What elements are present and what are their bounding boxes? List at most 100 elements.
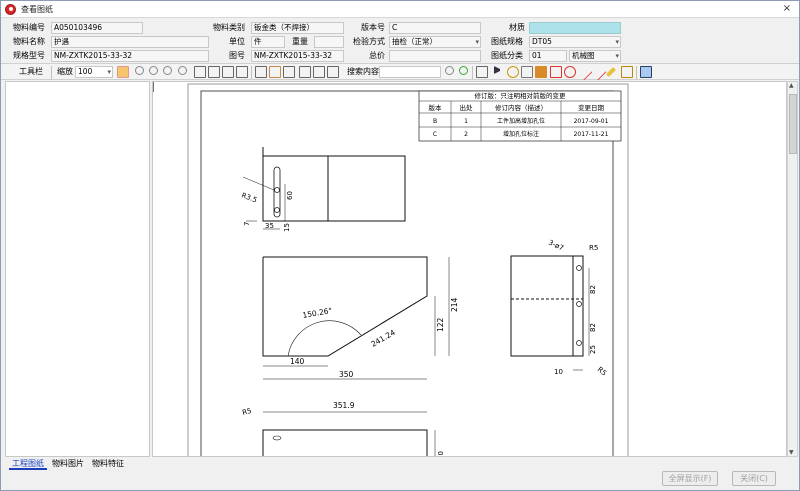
search-input[interactable]: [379, 66, 441, 78]
dim-label: 140: [290, 357, 305, 366]
drawing-no-field[interactable]: NM-ZXTK2015-33-32: [251, 50, 344, 62]
note-icon[interactable]: [521, 66, 533, 78]
drawing-class-code-field[interactable]: 01: [529, 50, 567, 62]
scroll-up-icon[interactable]: ▲: [789, 82, 794, 89]
zoom-select[interactable]: 100: [75, 66, 113, 78]
dim-label: 82: [589, 285, 597, 294]
fit-page-icon[interactable]: [194, 66, 206, 78]
dim-label: 122: [436, 317, 445, 332]
copy-icon[interactable]: [299, 66, 311, 78]
zoom-window-icon[interactable]: [163, 66, 172, 75]
pan-hand-icon[interactable]: [117, 66, 129, 78]
material-name-label: 物料名称: [13, 37, 45, 46]
drawing-spec-label: 图纸规格: [491, 37, 523, 46]
two-page-icon[interactable]: [269, 66, 281, 78]
dim-label: 351.9: [333, 401, 355, 410]
revision-cell: 增加孔位标注: [503, 130, 539, 138]
revision-cell: 2017-09-01: [574, 118, 609, 125]
fullscreen-button[interactable]: 全屏显示(F): [662, 471, 718, 486]
print-icon[interactable]: [476, 66, 488, 78]
revision-header-version: 版本: [429, 103, 443, 112]
paste-icon[interactable]: [313, 66, 325, 78]
toolbar-divider: [251, 66, 252, 79]
category-label: 物料类别: [213, 23, 245, 32]
total-price-field[interactable]: [389, 50, 481, 62]
zoom-out-icon[interactable]: [149, 66, 158, 75]
scroll-down-icon[interactable]: ▼: [789, 449, 794, 456]
comment-icon[interactable]: [507, 66, 519, 78]
app-logo-icon: [5, 4, 16, 15]
toolbar: 工具栏 缩放 100 搜索内容: [1, 63, 799, 81]
revision-table: 修订版：只注明相对前版的变更 版本 出处 修订内容（描述） 变更日期 B 1 工…: [418, 90, 622, 142]
dim-label: 35: [265, 222, 274, 230]
close-button[interactable]: 关闭(C): [732, 471, 776, 486]
fit-height-icon[interactable]: [222, 66, 234, 78]
vertical-scrollbar[interactable]: ▲ ▼: [787, 81, 798, 457]
material-no-field[interactable]: A050103496: [51, 22, 143, 34]
actual-size-icon[interactable]: [236, 66, 248, 78]
dim-label: 15: [283, 223, 291, 232]
material-field[interactable]: [529, 22, 621, 34]
title-bar: 查看图纸 ×: [1, 1, 799, 18]
spec-label: 规格型号: [13, 51, 45, 60]
revision-header-date: 变更日期: [578, 103, 605, 112]
lock-icon[interactable]: [621, 66, 633, 78]
zoom-all-icon[interactable]: [178, 66, 187, 75]
revision-header-source: 出处: [460, 103, 474, 112]
toolbar-divider: [472, 66, 473, 79]
zoom-in-icon[interactable]: [135, 66, 144, 75]
revision-cell: C: [433, 131, 437, 138]
unit-label: 单位: [229, 37, 245, 46]
drawing-class-label: 图纸分类: [491, 51, 523, 60]
spec-field[interactable]: NM-ZXTK2015-33-32: [51, 50, 209, 62]
weight-field[interactable]: [314, 36, 344, 48]
window-title: 查看图纸: [21, 5, 53, 14]
toolbar-label: 工具栏: [19, 67, 43, 76]
revision-cell: B: [433, 118, 437, 125]
material-name-field[interactable]: 护遇: [51, 36, 209, 48]
tab-engineering-drawing[interactable]: 工程图纸: [9, 458, 47, 470]
tab-material-features[interactable]: 物料特征: [89, 458, 127, 470]
material-label: 材质: [509, 23, 525, 32]
version-label: 版本号: [361, 23, 385, 32]
tab-material-image[interactable]: 物料图片: [49, 458, 87, 470]
revision-cell: 2017-11-21: [574, 131, 609, 138]
search-next-icon[interactable]: [459, 66, 468, 75]
revision-title: 修订版：只注明相对前版的变更: [475, 91, 567, 100]
category-field[interactable]: 钣金类（不焊接）: [251, 22, 344, 34]
dim-label: 40: [437, 451, 445, 457]
rectangle-tool-icon[interactable]: [550, 66, 562, 78]
multi-page-icon[interactable]: [283, 66, 295, 78]
drawing-viewer-window: 查看图纸 × 物料编号 A050103496 物料名称 护遇 规格型号 NM-Z…: [0, 0, 800, 491]
monitor-icon[interactable]: [640, 66, 652, 78]
engineering-drawing: 修订版：只注明相对前版的变更 版本 出处 修订内容（描述） 变更日期 B 1 工…: [153, 82, 786, 457]
drawing-class-select[interactable]: 机械图: [569, 50, 621, 62]
material-no-label: 物料编号: [13, 23, 45, 32]
inspect-label: 检验方式: [353, 37, 385, 46]
pencil-tool-icon[interactable]: [606, 67, 616, 77]
revision-cell: 工件加高增加孔位: [497, 117, 545, 125]
inspect-select[interactable]: 抽检（正常）: [389, 36, 481, 48]
ellipse-tool-icon[interactable]: [564, 66, 576, 78]
drawing-canvas[interactable]: 修订版：只注明相对前版的变更 版本 出处 修订内容（描述） 变更日期 B 1 工…: [152, 81, 787, 457]
stamp-icon[interactable]: [535, 66, 547, 78]
total-price-label: 总价: [369, 51, 385, 60]
drawing-spec-select[interactable]: DT05: [529, 36, 621, 48]
fit-width-icon[interactable]: [208, 66, 220, 78]
pointer-icon[interactable]: [494, 66, 500, 74]
thumbnail-panel[interactable]: [5, 81, 150, 457]
search-icon[interactable]: [445, 66, 454, 75]
arrow-tool-icon[interactable]: [589, 63, 607, 81]
toolbar-divider: [51, 66, 52, 79]
scroll-thumb[interactable]: [789, 94, 797, 154]
zoom-label: 缩放: [57, 67, 73, 76]
unit-field[interactable]: 件: [251, 36, 285, 48]
single-page-icon[interactable]: [255, 66, 267, 78]
version-field[interactable]: C: [389, 22, 481, 34]
dim-label: R5: [589, 244, 598, 252]
select-text-icon[interactable]: [327, 66, 339, 78]
weight-label: 重量: [292, 37, 308, 46]
dim-label: 350: [339, 370, 354, 379]
close-icon[interactable]: ×: [783, 3, 791, 14]
revision-header-content: 修订内容（描述）: [495, 103, 547, 112]
